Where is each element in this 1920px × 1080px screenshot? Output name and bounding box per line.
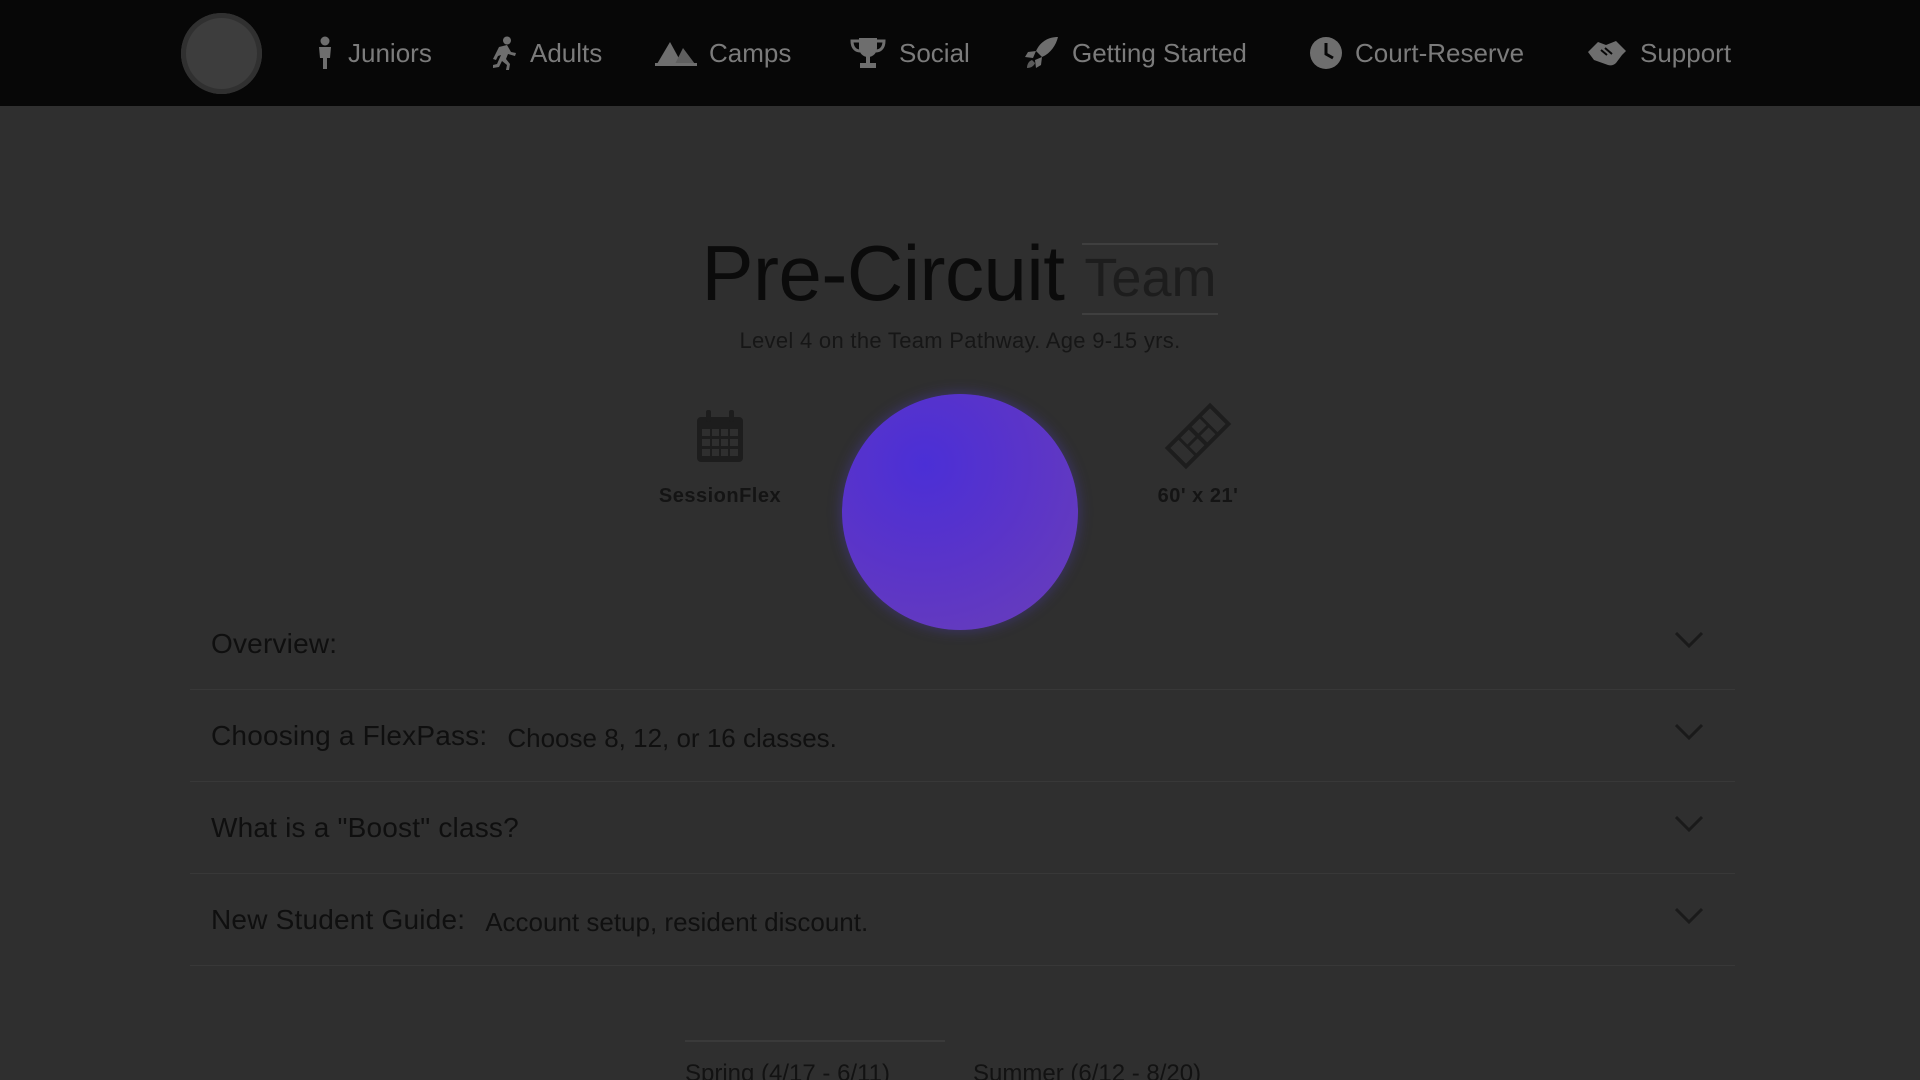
tab-spring[interactable]: Spring (4/17 - 6/11) [685,1060,890,1080]
page-subtitle: Level 4 on the Team Pathway. Age 9-15 yr… [739,328,1181,353]
running-person-icon [490,36,518,70]
handshake-icon [1586,38,1628,68]
season-tabs: Spring (4/17 - 6/11) Summer (6/12 - 8/20… [0,1040,1920,1080]
site-logo[interactable] [181,13,262,94]
nav-label: Court-Reserve [1355,37,1525,68]
chevron-down-icon[interactable] [1674,815,1704,838]
feature-court-size: 60' x 21' [1118,402,1278,508]
nav-label: Social [899,37,970,68]
program-heading: Pre-Circuit Team [0,228,1920,328]
chevron-down-icon[interactable] [1674,723,1704,746]
nav-item-social[interactable]: Social [849,32,970,74]
accordion-item-student-guide[interactable]: New Student Guide: Account setup, reside… [190,874,1735,966]
tent-icon [655,38,697,68]
accordion-title: Choosing a FlexPass: [211,719,488,751]
feature-sessionflex: SessionFlex [640,405,800,508]
nav-item-getting-started[interactable]: Getting Started [1024,32,1247,74]
clock-icon [1309,36,1343,70]
child-icon [314,36,336,70]
accordion-description: Account setup, resident discount. [485,907,869,937]
nav-label: Camps [709,37,792,68]
accordion-item-flexpass[interactable]: Choosing a FlexPass: Choose 8, 12, or 16… [190,690,1735,782]
accordion-item-boost[interactable]: What is a "Boost" class? [190,782,1735,874]
nav-label: Support [1640,37,1732,68]
tab-summer[interactable]: Summer (6/12 - 8/20) [973,1060,1201,1080]
chevron-down-icon[interactable] [1674,631,1704,654]
nav-label: Adults [530,37,603,68]
feature-label: 60' x 21' [1157,485,1239,507]
calendar-icon [640,405,800,467]
accordion-title: Overview: [211,627,338,659]
nav-label: Getting Started [1072,37,1247,68]
nav-item-juniors[interactable]: Juniors [314,32,432,74]
loading-spinner [842,394,1078,630]
program-tag: Team [1082,243,1219,315]
accordion-title: New Student Guide: [211,903,466,935]
nav-item-camps[interactable]: Camps [655,32,791,74]
page-title: Pre-Circuit [701,229,1065,317]
feature-label: SessionFlex [658,485,782,507]
nav-item-court-reserve[interactable]: Court-Reserve [1309,32,1524,74]
court-icon [1118,402,1278,470]
nav-item-support[interactable]: Support [1586,32,1731,74]
accordion-title: What is a "Boost" class? [211,811,519,843]
info-accordion: Overview: Choosing a FlexPass: Choose 8,… [190,598,1735,966]
top-navigation: Juniors Adults Camps Social Getting Star [0,0,1920,106]
rocket-icon [1024,36,1060,70]
active-tab-indicator [685,1040,945,1042]
chevron-down-icon[interactable] [1674,907,1704,930]
trophy-icon [849,36,887,70]
nav-item-adults[interactable]: Adults [490,32,602,74]
nav-label: Juniors [348,37,432,68]
accordion-description: Choose 8, 12, or 16 classes. [507,723,837,753]
page: Juniors Adults Camps Social Getting Star [0,0,1920,1080]
